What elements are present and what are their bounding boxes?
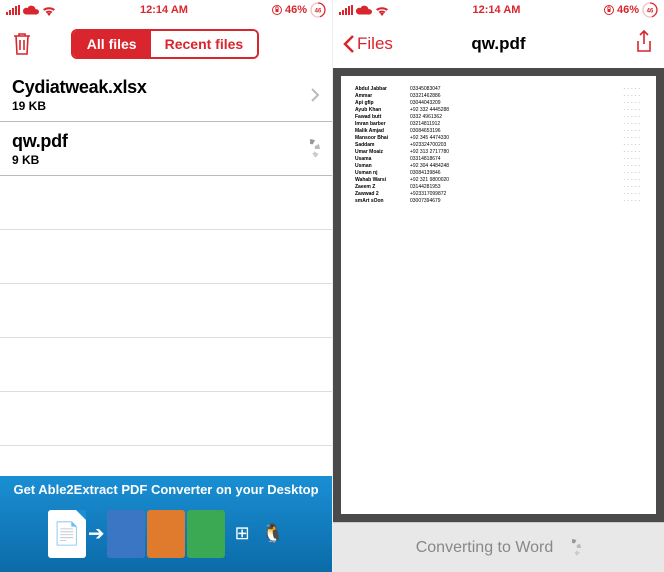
back-label: Files bbox=[357, 34, 393, 54]
convert-label: Converting to Word bbox=[416, 539, 554, 557]
pdf-icon: 📄 bbox=[48, 510, 86, 558]
file-size: 9 KB bbox=[12, 153, 300, 167]
file-list: Cydiatweak.xlsx 19 KB qw.pdf 9 KB bbox=[0, 68, 332, 476]
loading-spinner-icon bbox=[300, 139, 320, 159]
pdf-text-row: Zawwad 2+923317099872----- bbox=[355, 191, 642, 197]
segmented-control: All files Recent files bbox=[71, 29, 259, 59]
status-time: 12:14 AM bbox=[473, 4, 521, 16]
wifi-icon bbox=[42, 5, 56, 16]
battery-ring-icon: 46 bbox=[310, 2, 326, 18]
pdf-page: Abdul Jabbar03345083047-----Ammar0332146… bbox=[341, 76, 656, 514]
file-size: 19 KB bbox=[12, 99, 310, 113]
linux-icon: 🐧 bbox=[262, 523, 284, 544]
arrow-icon: ➔ bbox=[88, 521, 105, 546]
svg-text:46: 46 bbox=[315, 9, 322, 15]
battery-ring-icon: 46 bbox=[642, 2, 658, 18]
pdf-text-row: Ayub Khan+92 332 4445288----- bbox=[355, 107, 642, 113]
status-bar: 12:14 AM 46% 46 bbox=[0, 0, 332, 20]
pdf-text-row: Fawad butt0332 4961362----- bbox=[355, 114, 642, 120]
empty-row bbox=[0, 284, 332, 338]
nav-bar: Files qw.pdf bbox=[333, 20, 664, 68]
status-time: 12:14 AM bbox=[140, 4, 188, 16]
xls-icon bbox=[187, 510, 225, 558]
file-row[interactable]: Cydiatweak.xlsx 19 KB bbox=[0, 68, 332, 122]
empty-row bbox=[0, 392, 332, 446]
pdf-text-row: Usama03314818674----- bbox=[355, 156, 642, 162]
pdf-text-row: Umar Moaiz+92 313 2717780----- bbox=[355, 149, 642, 155]
lock-icon bbox=[272, 4, 282, 16]
pdf-text-row: Usman nj03084139846----- bbox=[355, 170, 642, 176]
pdf-text-row: Wahab Warsi+92 321 9800020----- bbox=[355, 177, 642, 183]
promo-banner[interactable]: Get Able2Extract PDF Converter on your D… bbox=[0, 476, 332, 572]
battery-percent: 46% bbox=[285, 4, 307, 16]
pdf-text-row: Abdul Jabbar03345083047----- bbox=[355, 86, 642, 92]
file-name: Cydiatweak.xlsx bbox=[12, 77, 310, 98]
loading-spinner-icon bbox=[563, 539, 581, 557]
signal-icon bbox=[339, 5, 353, 15]
back-button[interactable]: Files bbox=[343, 34, 393, 54]
tab-recent-files[interactable]: Recent files bbox=[151, 31, 258, 57]
share-icon[interactable] bbox=[634, 29, 654, 60]
chevron-right-icon bbox=[310, 87, 320, 103]
promo-text: Get Able2Extract PDF Converter on your D… bbox=[9, 480, 322, 499]
lock-icon bbox=[604, 4, 614, 16]
pdf-text-row: Malik Amjad03084653196----- bbox=[355, 128, 642, 134]
pdf-text-row: Saddam+923324700203----- bbox=[355, 142, 642, 148]
pdf-text-row: smArt sOon03007394679----- bbox=[355, 198, 642, 204]
wifi-icon bbox=[375, 5, 389, 16]
pdf-text-row: Mansoor Bhai+92 345 4474330----- bbox=[355, 135, 642, 141]
file-row[interactable]: qw.pdf 9 KB bbox=[0, 122, 332, 176]
nav-bar: All files Recent files bbox=[0, 20, 332, 68]
empty-row bbox=[0, 176, 332, 230]
convert-status-bar: Converting to Word bbox=[333, 522, 664, 572]
tab-all-files[interactable]: All files bbox=[73, 31, 151, 57]
pdf-preview[interactable]: Abdul Jabbar03345083047-----Ammar0332146… bbox=[333, 68, 664, 522]
file-name: qw.pdf bbox=[12, 131, 300, 152]
battery-percent: 46% bbox=[617, 4, 639, 16]
pdf-text-row: Ammar03321462886----- bbox=[355, 93, 642, 99]
status-bar: 12:14 AM 46% 46 bbox=[333, 0, 664, 20]
screen-file-list: 12:14 AM 46% 46 All files Recent files C… bbox=[0, 0, 332, 572]
cloud-icon bbox=[23, 5, 39, 16]
pdf-text-row: Zaeem Z03144281953----- bbox=[355, 184, 642, 190]
signal-icon bbox=[6, 5, 20, 15]
pdf-text-row: Api gfip03044043209----- bbox=[355, 100, 642, 106]
empty-row bbox=[0, 338, 332, 392]
chevron-left-icon bbox=[343, 34, 355, 54]
promo-icons: 📄 ➔ ⊞ 🐧 bbox=[48, 499, 284, 568]
pdf-text-row: Usman+92 304 4484248----- bbox=[355, 163, 642, 169]
screen-preview: 12:14 AM 46% 46 Files qw.pdf Abdul Jabba… bbox=[332, 0, 664, 572]
empty-row bbox=[0, 230, 332, 284]
windows-icon: ⊞ bbox=[235, 523, 250, 544]
cloud-icon bbox=[356, 5, 372, 16]
trash-icon[interactable] bbox=[10, 30, 34, 58]
word-icon bbox=[107, 510, 145, 558]
ppt-icon bbox=[147, 510, 185, 558]
svg-text:46: 46 bbox=[647, 9, 654, 15]
pdf-text-row: Imran barber03214811912----- bbox=[355, 121, 642, 127]
